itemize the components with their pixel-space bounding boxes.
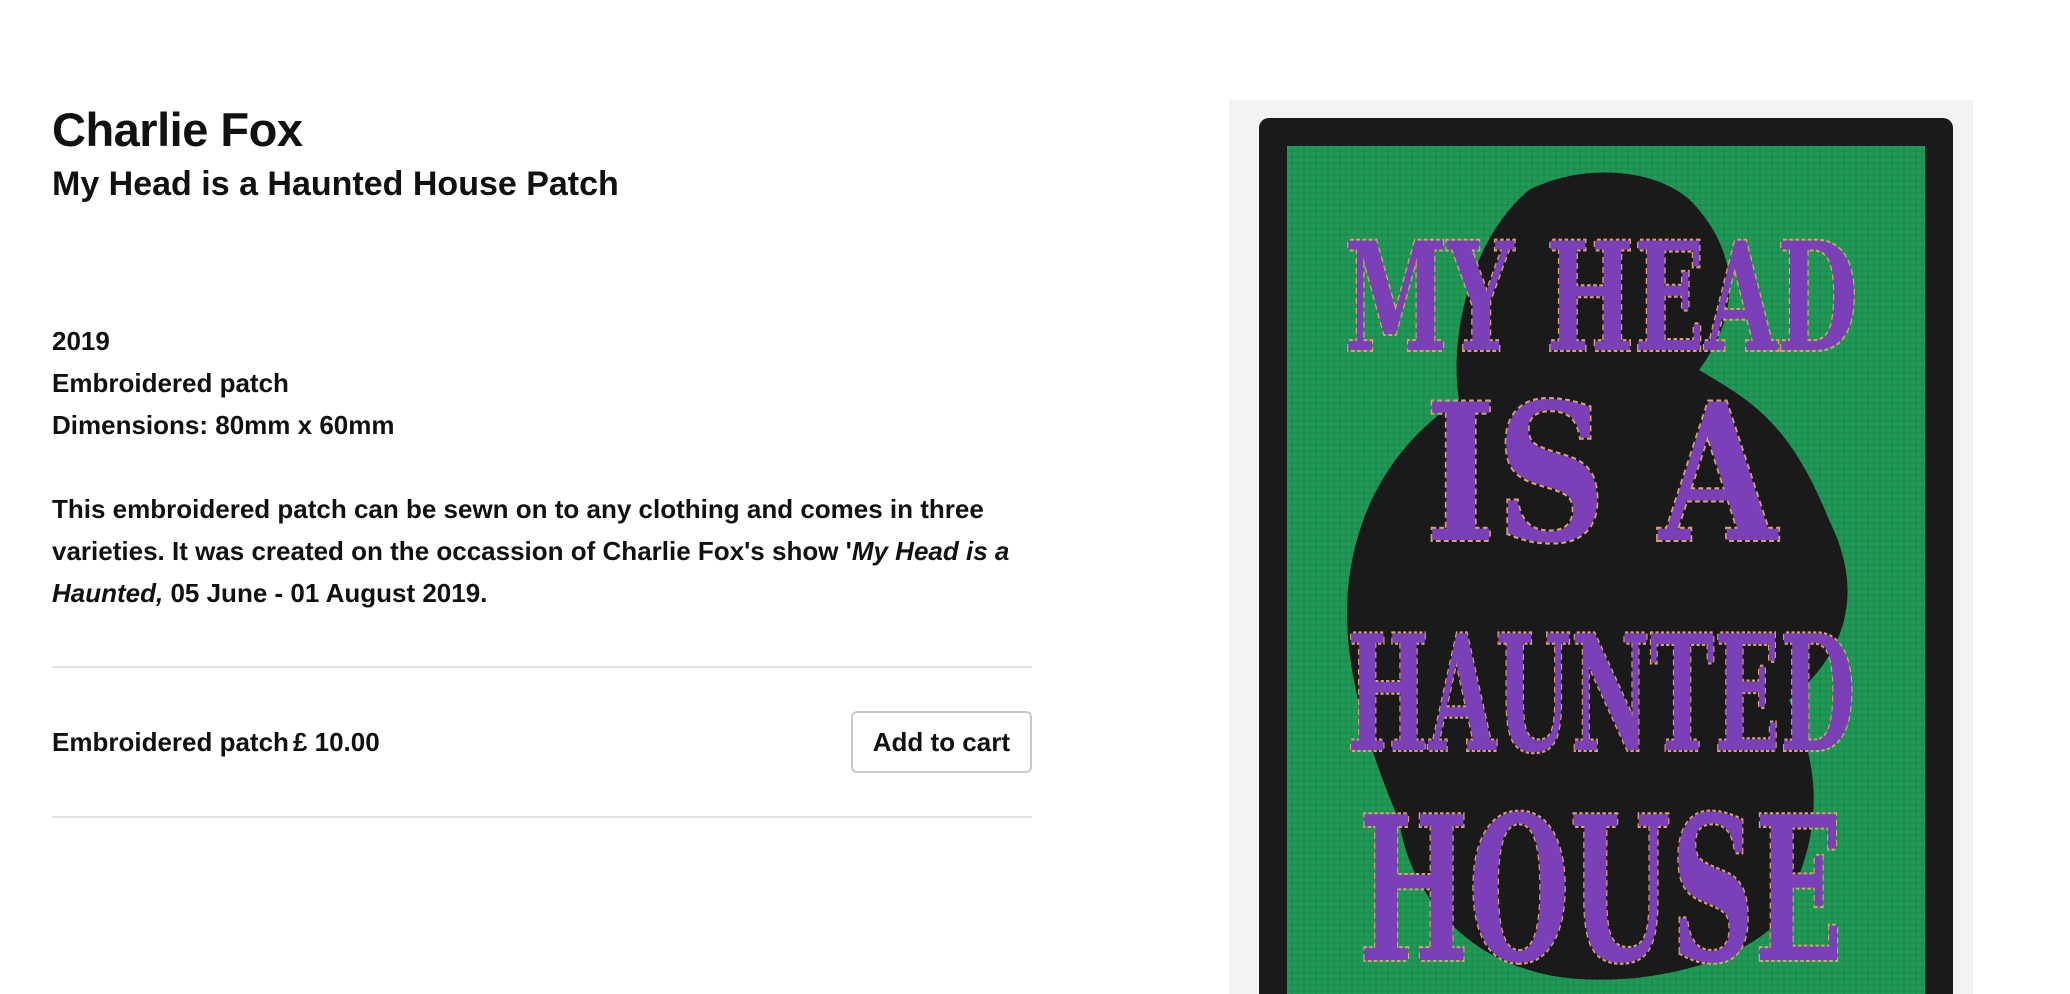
variant-price: £ 10.00: [292, 726, 380, 757]
product-year: 2019: [52, 326, 110, 356]
product-dimensions: Dimensions: 80mm x 60mm: [52, 410, 395, 440]
variant-label: Embroidered patch: [52, 726, 289, 757]
patch-lettering-line: HAUNTED: [1347, 601, 1855, 789]
patch-lettering-line: HOUSE: [1359, 772, 1843, 994]
artist-name[interactable]: Charlie Fox: [52, 100, 1032, 160]
divider: [52, 816, 1032, 818]
description-text: This embroidered patch can be sewn on to…: [52, 494, 984, 566]
product-description: This embroidered patch can be sewn on to…: [52, 488, 1042, 614]
description-dates: 05 June - 01 August 2019.: [163, 578, 488, 608]
product-image[interactable]: MY HEAD IS A HAUNTED HOUSE: [1229, 100, 1973, 994]
variant-info: Embroidered patch £ 10.00: [52, 727, 380, 758]
patch-lettering-line: IS A: [1425, 361, 1779, 585]
product-page: Charlie Fox My Head is a Haunted House P…: [0, 0, 2070, 994]
product-meta: 2019 Embroidered patch Dimensions: 80mm …: [52, 320, 1032, 446]
product-medium: Embroidered patch: [52, 368, 289, 398]
patch-illustration: MY HEADIS AHAUNTEDHOUSE: [1259, 118, 1953, 994]
product-title: My Head is a Haunted House Patch: [52, 165, 619, 203]
add-to-cart-button[interactable]: Add to cart: [850, 711, 1032, 773]
purchase-row: Embroidered patch £ 10.00 Add to cart: [52, 668, 1032, 816]
product-info: Charlie Fox My Head is a Haunted House P…: [52, 100, 1032, 818]
patch-lettering-line: MY HEAD: [1344, 211, 1857, 386]
